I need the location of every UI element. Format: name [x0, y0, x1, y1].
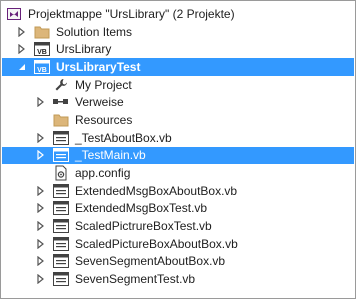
- form-icon: [53, 253, 69, 269]
- chevron-right-icon[interactable]: [35, 96, 47, 108]
- chevron-right-icon[interactable]: [35, 255, 47, 267]
- tree-row-file[interactable]: ExtendedMsgBoxAboutBox.vb: [2, 182, 354, 200]
- form-icon: [53, 271, 69, 287]
- tree-item-label: ExtendedMsgBoxTest.vb: [75, 201, 208, 216]
- solution-tree: Projektmappe "UrsLibrary" (2 Projekte) S…: [2, 5, 354, 288]
- chevron-right-icon[interactable]: [35, 149, 47, 161]
- tree-row-urslibrary[interactable]: VB UrsLibrary: [2, 40, 354, 58]
- tree-row-file[interactable]: SevenSegmentTest.vb: [2, 270, 354, 288]
- tree-item-label: ScaledPictrureBoxTest.vb: [75, 219, 212, 234]
- tree-item-label: Solution Items: [56, 24, 133, 39]
- chevron-right-icon[interactable]: [35, 185, 47, 197]
- tree-item-label: _TestAboutBox.vb: [75, 130, 172, 145]
- form-icon: [53, 183, 69, 199]
- chevron-right-icon[interactable]: [35, 273, 47, 285]
- tree-item-label: UrsLibraryTest: [56, 59, 141, 74]
- tree-row-my-project[interactable]: My Project: [2, 76, 354, 94]
- solution-label: Projektmappe "UrsLibrary" (2 Projekte): [28, 6, 235, 21]
- tree-row-urslibrarytest[interactable]: VB UrsLibraryTest: [2, 58, 354, 76]
- solution-icon: [6, 6, 22, 22]
- tree-row-file[interactable]: _TestAboutBox.vb: [2, 129, 354, 147]
- chevron-down-icon[interactable]: [16, 61, 28, 73]
- wrench-icon: [53, 77, 69, 93]
- tree-row-file[interactable]: _TestMain.vb: [2, 146, 354, 165]
- form-icon: [53, 236, 69, 252]
- tree-item-label: UrsLibrary: [56, 42, 112, 57]
- chevron-right-icon[interactable]: [35, 202, 47, 214]
- tree-item-label: SevenSegmentAboutBox.vb: [75, 254, 226, 269]
- svg-text:VB: VB: [37, 49, 47, 56]
- chevron-right-icon[interactable]: [35, 132, 47, 144]
- vb-project-icon: VB: [34, 59, 50, 75]
- tree-row-file[interactable]: ExtendedMsgBoxTest.vb: [2, 200, 354, 218]
- chevron-right-icon[interactable]: [35, 220, 47, 232]
- folder-icon: [53, 112, 69, 128]
- tree-row-file[interactable]: app.config: [2, 164, 354, 182]
- vb-project-icon: VB: [34, 41, 50, 57]
- tree-item-label: ScaledPictureBoxAboutBox.vb: [75, 236, 238, 251]
- tree-item-label: _TestMain.vb: [75, 148, 146, 163]
- tree-item-label: My Project: [75, 77, 132, 92]
- tree-item-label: ExtendedMsgBoxAboutBox.vb: [75, 183, 238, 198]
- chevron-right-icon[interactable]: [35, 238, 47, 250]
- tree-item-label: SevenSegmentTest.vb: [75, 272, 196, 287]
- svg-text:VB: VB: [37, 67, 47, 74]
- tree-row-file[interactable]: ScaledPictrureBoxTest.vb: [2, 217, 354, 235]
- config-file-icon: [53, 165, 69, 181]
- references-icon: [53, 94, 69, 110]
- tree-item-label: Verweise: [75, 95, 124, 110]
- folder-icon: [34, 24, 50, 40]
- form-icon: [53, 130, 69, 146]
- tree-item-label: Resources: [75, 112, 133, 127]
- tree-row-file[interactable]: ScaledPictureBoxAboutBox.vb: [2, 235, 354, 253]
- chevron-right-icon[interactable]: [16, 26, 28, 38]
- tree-row-file[interactable]: SevenSegmentAboutBox.vb: [2, 253, 354, 271]
- solution-explorer: Projektmappe "UrsLibrary" (2 Projekte) S…: [0, 0, 356, 299]
- tree-item-label: app.config: [75, 166, 131, 181]
- form-icon: [53, 200, 69, 216]
- form-icon: [53, 147, 69, 163]
- tree-row-verweise[interactable]: Verweise: [2, 93, 354, 111]
- chevron-right-icon[interactable]: [16, 43, 28, 55]
- tree-row-solution[interactable]: Projektmappe "UrsLibrary" (2 Projekte): [2, 5, 354, 23]
- tree-row-resources[interactable]: Resources: [2, 111, 354, 129]
- tree-row-solution-items[interactable]: Solution Items: [2, 23, 354, 41]
- form-icon: [53, 218, 69, 234]
